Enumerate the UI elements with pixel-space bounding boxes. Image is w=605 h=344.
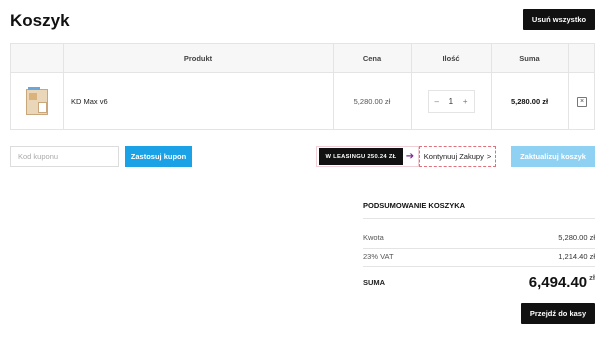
vat-label: 23% VAT: [363, 252, 394, 261]
cart-table: Produkt Cena Ilość Suma KD Max v6 5,280.…: [10, 43, 595, 130]
amount-value: 5,280.00 zł: [558, 233, 595, 242]
arrow-right-icon[interactable]: ➔: [403, 148, 417, 165]
sum-amount: 6,494.40 zł: [529, 273, 595, 291]
product-thumbnail[interactable]: [24, 86, 50, 117]
totals-vat-row: 23% VAT 1,214.40 zł: [363, 252, 595, 261]
sum-label: SUMA: [363, 277, 386, 287]
product-subtotal: 5,280.00 zł: [510, 97, 549, 106]
checkout-button[interactable]: Przejdź do kasy: [521, 303, 595, 324]
table-header: Produkt Cena Ilość Suma: [11, 44, 594, 73]
quantity-stepper[interactable]: – 1 +: [427, 90, 475, 113]
header-subtotal: Suma: [519, 54, 540, 63]
amount-label: Kwota: [363, 233, 384, 242]
sum-value: 6,494.40: [528, 274, 588, 291]
leasing-amount-label[interactable]: W LEASINGU 250.24 ZŁ: [319, 148, 403, 165]
continue-shopping-button[interactable]: Kontynuuj Zakupy >: [419, 146, 496, 167]
quantity-increase-button[interactable]: +: [463, 97, 468, 106]
divider: [363, 248, 595, 249]
apply-coupon-button[interactable]: Zastosuj kupon: [125, 146, 192, 167]
totals-sum-row: SUMA 6,494.40 zł: [363, 271, 595, 293]
totals-title: PODSUMOWANIE KOSZYKA: [363, 201, 466, 210]
table-row: KD Max v6 5,280.00 zł – 1 + 5,280.00 zł …: [11, 73, 594, 130]
header-price: Cena: [362, 54, 382, 63]
coupon-code-input[interactable]: [10, 146, 119, 167]
leasing-widget[interactable]: W LEASINGU 250.24 ZŁ ➔: [316, 146, 419, 167]
page-title: Koszyk: [10, 11, 70, 30]
header-product: Produkt: [183, 54, 213, 63]
quantity-decrease-button[interactable]: –: [435, 97, 439, 106]
totals-amount-row: Kwota 5,280.00 zł: [363, 233, 595, 242]
sum-currency: zł: [589, 273, 595, 282]
divider: [363, 266, 595, 267]
remove-item-icon[interactable]: ×: [577, 96, 587, 107]
product-price: 5,280.00 zł: [353, 97, 391, 106]
header-quantity: Ilość: [442, 54, 460, 63]
chevron-right-icon: >: [486, 152, 492, 161]
continue-shopping-label: Kontynuuj Zakupy: [423, 152, 484, 161]
product-name-link[interactable]: KD Max v6: [71, 97, 108, 106]
update-cart-button[interactable]: Zaktualizuj koszyk: [511, 146, 595, 167]
vat-value: 1,214.40 zł: [558, 252, 595, 261]
quantity-value[interactable]: 1: [449, 97, 453, 106]
divider: [363, 218, 595, 219]
clear-cart-button[interactable]: Usuń wszystko: [523, 9, 595, 30]
cart-totals: PODSUMOWANIE KOSZYKA Kwota 5,280.00 zł 2…: [363, 193, 595, 291]
